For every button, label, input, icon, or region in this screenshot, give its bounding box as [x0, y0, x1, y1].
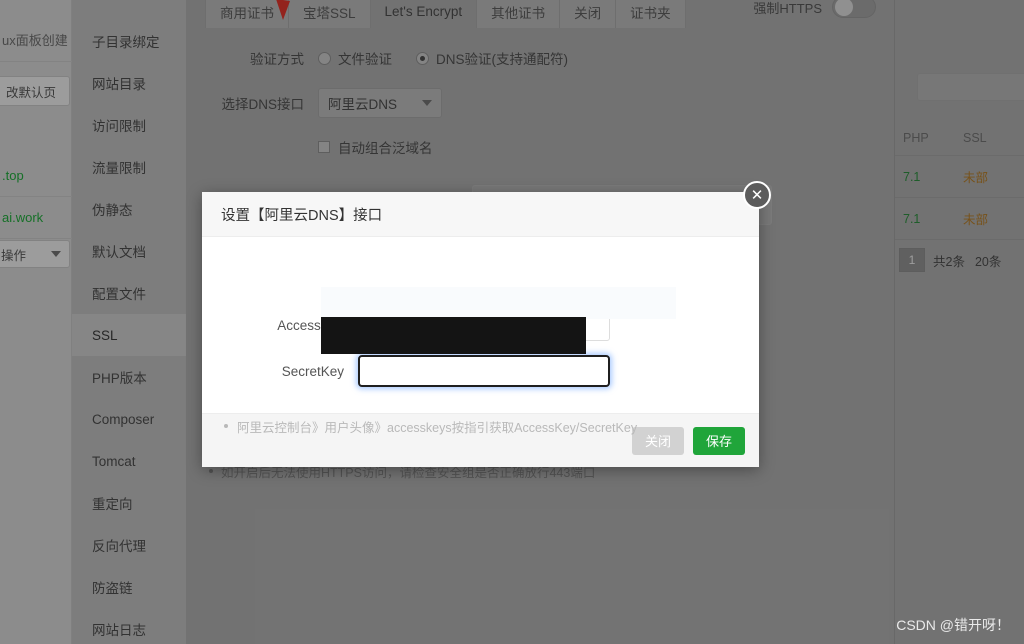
app-screenshot: ux面板创建 改默认页 .top ai.work 操作 子目录绑定 网站目录 访… [0, 0, 1024, 644]
save-button-label: 保存 [705, 434, 732, 449]
modal-hint: 阿里云控制台》用户头像》accesskeys按指引获取AccessKey/Sec… [224, 417, 637, 436]
modal-hint-text: 阿里云控制台》用户头像》accesskeys按指引获取AccessKey/Sec… [237, 421, 638, 435]
secretkey-input[interactable] [358, 355, 610, 387]
cancel-button-label: 关闭 [644, 434, 671, 449]
secretkey-field-row: SecretKey [224, 355, 610, 387]
modal-title: 设置【阿里云DNS】接口 [221, 207, 383, 224]
save-button[interactable]: 保存 [692, 426, 745, 455]
redaction-bar-dark [321, 317, 586, 354]
cancel-button[interactable]: 关闭 [631, 426, 684, 455]
secretkey-label: SecretKey [281, 363, 344, 379]
bullet-icon [224, 424, 228, 428]
redaction-bar-light [321, 287, 676, 319]
modal-header: 设置【阿里云DNS】接口 [202, 192, 759, 237]
watermark: CSDN @错开呀！ [896, 617, 1010, 633]
close-icon[interactable]: ✕ [743, 181, 771, 209]
